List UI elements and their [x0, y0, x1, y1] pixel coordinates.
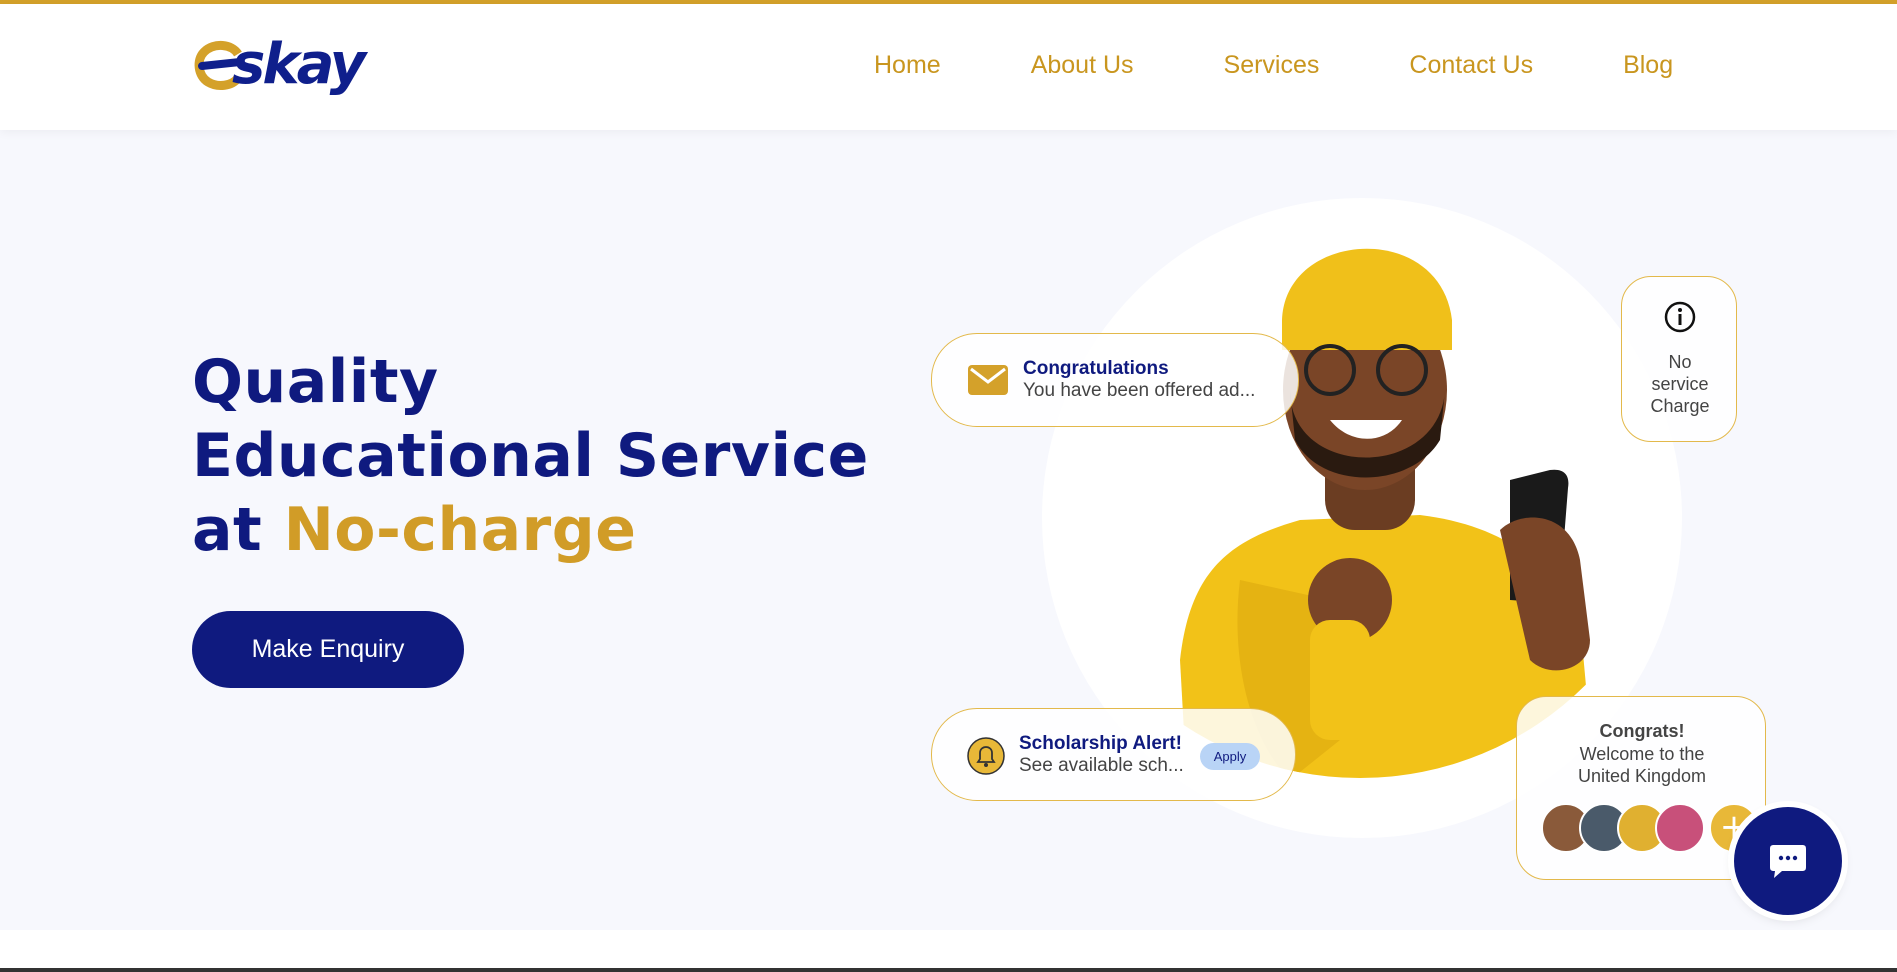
headline-line-3-prefix: at: [192, 495, 284, 565]
scholarship-title: Scholarship Alert!: [1019, 733, 1182, 754]
nav-blog[interactable]: Blog: [1623, 50, 1673, 80]
scholarship-text: See available sch...: [1019, 755, 1184, 776]
chat-bubble-icon: [1770, 845, 1806, 878]
welcome-text: Welcome to the United Kingdom: [1517, 743, 1767, 787]
nav-about-us[interactable]: About Us: [1031, 50, 1134, 80]
scholarship-alert-card[interactable]: Scholarship Alert! See available sch... …: [931, 708, 1296, 801]
info-line-1: No: [1668, 352, 1692, 372]
main-nav: Home About Us Services Contact Us Blog: [874, 50, 1673, 80]
info-line-3: Charge: [1650, 396, 1710, 416]
site-header: skay Home About Us Services Contact Us B…: [0, 4, 1897, 130]
avatar: [1655, 803, 1705, 853]
hero-headline: Quality Educational Service at No-charge: [192, 345, 869, 567]
headline-line-1: Quality: [192, 347, 439, 417]
info-line-2: service: [1651, 374, 1709, 394]
mail-icon: [968, 365, 1008, 395]
nav-services[interactable]: Services: [1224, 50, 1320, 80]
offer-text: You have been offered ad...: [1023, 380, 1256, 401]
nav-contact-us[interactable]: Contact Us: [1409, 50, 1533, 80]
logo-text: skay: [232, 32, 366, 97]
info-icon: [1664, 301, 1696, 333]
nav-home[interactable]: Home: [874, 50, 941, 80]
welcome-title: Congrats!: [1599, 721, 1685, 741]
make-enquiry-button[interactable]: Make Enquiry: [192, 611, 464, 688]
bell-icon: [967, 737, 1005, 775]
headline-accent: No-charge: [283, 495, 637, 565]
logo[interactable]: skay: [192, 30, 392, 100]
apply-button[interactable]: Apply: [1200, 743, 1260, 770]
section-divider: [0, 930, 1897, 972]
welcome-card: Congrats! Welcome to the United Kingdom …: [1516, 696, 1766, 880]
next-section-edge: [0, 968, 1897, 972]
headline-line-2: Educational Service: [192, 421, 869, 491]
offer-notification-card[interactable]: Congratulations You have been offered ad…: [931, 333, 1299, 427]
info-card-text: No service Charge: [1622, 351, 1738, 417]
no-service-charge-card: No service Charge: [1621, 276, 1737, 442]
welcome-line-1: Welcome to the: [1579, 744, 1705, 764]
offer-title: Congratulations: [1023, 358, 1169, 379]
avatar-group: +: [1541, 803, 1761, 855]
welcome-line-2: United Kingdom: [1577, 766, 1707, 786]
chat-button[interactable]: [1734, 807, 1842, 915]
